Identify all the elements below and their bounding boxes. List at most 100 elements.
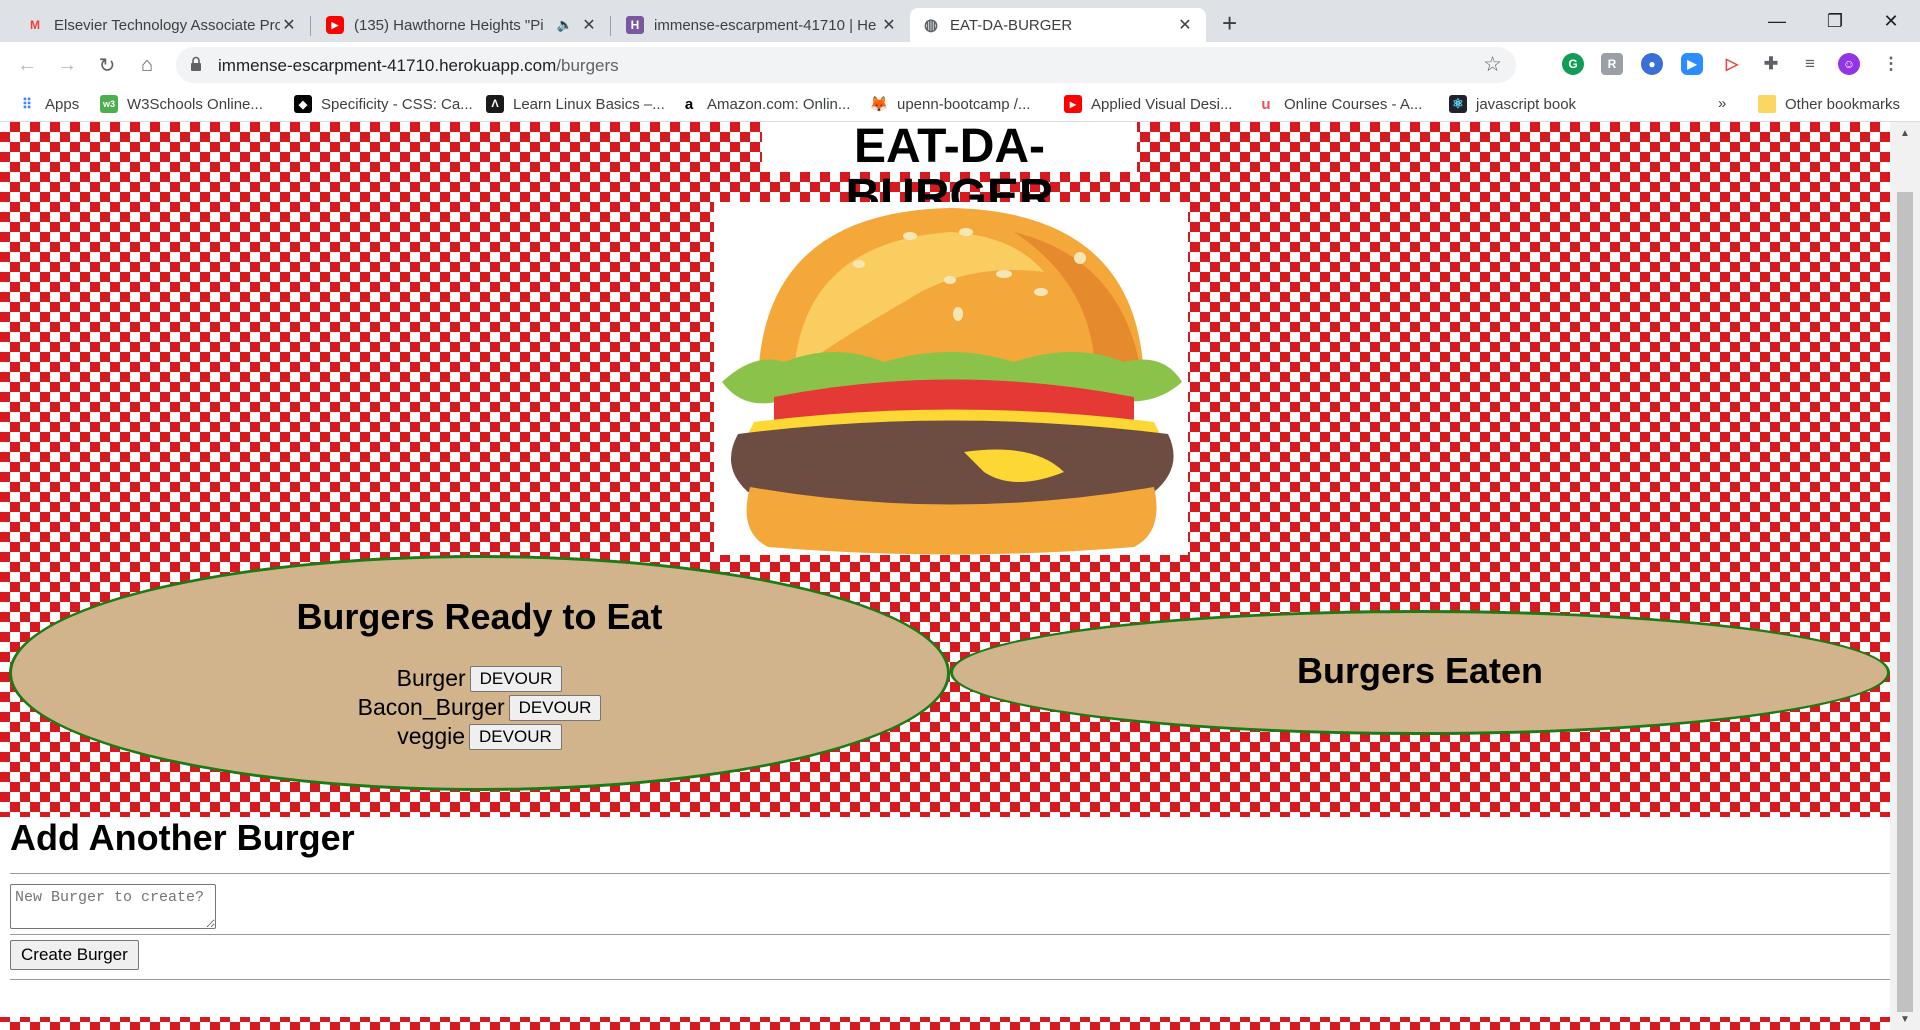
close-icon[interactable]: ✕ — [1176, 15, 1194, 35]
apps-icon: ⠿ — [21, 95, 33, 112]
tab-elsevier[interactable]: M Elsevier Technology Associate Pro ✕ — [14, 8, 310, 42]
lock-icon — [191, 56, 201, 71]
tab-title: EAT-DA-BURGER — [950, 16, 1073, 34]
bookmark-star-icon[interactable]: ☆ — [1483, 52, 1502, 77]
bookmark-label: Applied Visual Desi... — [1091, 95, 1233, 113]
url-text: immense-escarpment-41710.herokuapp.com/b… — [218, 56, 619, 76]
url-host: immense-escarpment-41710.herokuapp.com — [218, 56, 557, 75]
bookmark-specificity[interactable]: ◆ Specificity - CSS: Ca... — [294, 95, 473, 113]
bookmark-linux[interactable]: Λ Learn Linux Basics –... — [486, 95, 665, 113]
tab-title: (135) Hawthorne Heights "Pi — [354, 16, 544, 34]
close-icon[interactable]: ✕ — [580, 15, 598, 35]
bookmark-label: Online Courses - A... — [1284, 95, 1423, 113]
zoom-extension-icon[interactable]: ▶ — [1681, 53, 1703, 75]
extension-icon[interactable]: R — [1601, 53, 1623, 75]
close-icon[interactable]: ✕ — [880, 15, 898, 35]
tab-divider — [610, 16, 611, 36]
scroll-down-icon[interactable]: ▼ — [1890, 1014, 1920, 1025]
hamburger-image — [714, 202, 1188, 555]
forward-icon[interactable]: → — [52, 50, 82, 80]
ready-burgers-panel: Burgers Ready to Eat Burger DEVOUR Bacon… — [9, 555, 950, 791]
minimize-icon[interactable]: — — [1748, 0, 1806, 42]
bookmark-javascript-book[interactable]: ⚛ javascript book — [1449, 95, 1576, 113]
react-icon: ⚛ — [1449, 95, 1467, 113]
devour-button[interactable]: DEVOUR — [469, 665, 563, 692]
burger-name: Bacon_Burger — [357, 694, 505, 720]
bookmark-label: Amazon.com: Onlin... — [707, 95, 851, 113]
new-tab-button[interactable]: + — [1222, 8, 1237, 39]
scroll-up-icon[interactable]: ▲ — [1890, 128, 1920, 139]
grammarly-extension-icon[interactable]: G — [1562, 53, 1584, 75]
bookmark-label: W3Schools Online... — [127, 95, 263, 113]
youtube-icon: ▶ — [1064, 95, 1082, 113]
bookmarks-bar: ⠿ Apps w3 W3Schools Online... ◆ Specific… — [0, 88, 1920, 122]
tab-youtube[interactable]: ▶ (135) Hawthorne Heights "Pi 🔈 ✕ — [314, 8, 610, 42]
form-heading: Add Another Burger — [10, 817, 355, 858]
menu-kebab-icon[interactable]: ⋮ — [1880, 53, 1902, 75]
eyes-extension-icon[interactable]: ● — [1641, 53, 1663, 75]
restore-icon[interactable]: ❐ — [1806, 0, 1864, 42]
puzzle-extensions-icon[interactable]: ✚ — [1760, 53, 1782, 75]
back-icon[interactable]: ← — [12, 50, 42, 80]
url-path: /burgers — [556, 56, 619, 75]
media-queue-icon[interactable]: ≡ — [1799, 53, 1821, 75]
w3schools-icon: w3 — [100, 95, 118, 113]
heroku-icon: H — [626, 16, 644, 34]
vertical-scrollbar[interactable]: ▲ ▼ — [1890, 122, 1920, 1030]
browser-toolbar: ← → ↻ ⌂ immense-escarpment-41710.herokua… — [0, 42, 1920, 88]
scrollbar-thumb[interactable] — [1897, 192, 1913, 1012]
bookmark-amazon[interactable]: a Amazon.com: Onlin... — [680, 95, 851, 113]
eaten-burgers-panel: Burgers Eaten — [950, 610, 1890, 735]
youtube-icon: ▶ — [326, 16, 344, 34]
gitlab-icon: 🦊 — [869, 96, 889, 113]
screencast-extension-icon[interactable]: ▷ — [1721, 53, 1743, 75]
mdn-icon: ◆ — [294, 95, 312, 113]
add-burger-form: Add Another Burger Create Burger — [0, 817, 1890, 1017]
home-icon[interactable]: ⌂ — [132, 50, 162, 80]
tab-title: Elsevier Technology Associate Pro — [54, 16, 280, 34]
page-viewport: EAT-DA-BURGER Burgers Ready to Eat Burge… — [0, 122, 1920, 1030]
divider — [10, 979, 1890, 980]
tab-eat-da-burger[interactable]: ◍ EAT-DA-BURGER ✕ — [910, 8, 1206, 42]
devour-button[interactable]: DEVOUR — [469, 723, 562, 750]
bookmark-udemy[interactable]: u Online Courses - A... — [1257, 95, 1422, 113]
amazon-icon: a — [684, 95, 694, 113]
divider — [10, 934, 1890, 935]
bookmarks-overflow-icon[interactable]: » — [1718, 95, 1726, 112]
speaker-icon[interactable]: 🔈 — [556, 17, 574, 33]
reload-icon[interactable]: ↻ — [92, 50, 122, 80]
bookmark-applied-visual-design[interactable]: ▶ Applied Visual Desi... — [1064, 95, 1232, 113]
bookmark-w3schools[interactable]: w3 W3Schools Online... — [100, 95, 263, 113]
linux-icon: Λ — [486, 95, 504, 113]
globe-icon: ◍ — [924, 17, 938, 34]
bookmark-label: upenn-bootcamp /... — [897, 95, 1031, 113]
burger-name-input[interactable] — [10, 884, 216, 929]
bookmark-label: Specificity - CSS: Ca... — [321, 95, 473, 113]
ready-heading: Burgers Ready to Eat — [296, 596, 663, 637]
other-bookmarks[interactable]: Other bookmarks — [1758, 95, 1900, 113]
bookmark-gitlab[interactable]: 🦊 upenn-bootcamp /... — [869, 95, 1031, 114]
burger-name: Burger — [396, 665, 466, 691]
gmail-icon: M — [30, 18, 40, 32]
address-bar[interactable]: immense-escarpment-41710.herokuapp.com/b… — [176, 47, 1516, 83]
create-burger-button[interactable]: Create Burger — [10, 940, 139, 970]
tab-title: immense-escarpment-41710 | He — [654, 16, 877, 34]
burger-name: veggie — [397, 723, 466, 749]
bookmark-label: Apps — [45, 95, 80, 113]
bookmark-label: Learn Linux Basics –... — [513, 95, 665, 113]
bookmark-label: javascript book — [1476, 95, 1577, 113]
devour-button[interactable]: DEVOUR — [508, 694, 602, 721]
profile-avatar[interactable]: ☺ — [1838, 53, 1860, 75]
bookmark-apps[interactable]: ⠿ Apps — [18, 95, 79, 113]
list-item: veggie DEVOUR — [12, 722, 947, 751]
close-window-icon[interactable]: ✕ — [1862, 0, 1920, 42]
divider — [10, 873, 1890, 874]
list-item: Bacon_Burger DEVOUR — [12, 693, 947, 722]
other-bookmarks-label: Other bookmarks — [1785, 95, 1901, 113]
hamburger-illustration — [722, 208, 1182, 555]
tab-heroku[interactable]: H immense-escarpment-41710 | He ✕ — [614, 8, 910, 42]
tab-strip: M Elsevier Technology Associate Pro ✕ ▶ … — [0, 0, 1920, 42]
page-title: EAT-DA-BURGER — [762, 122, 1137, 222]
close-icon[interactable]: ✕ — [280, 15, 298, 35]
eaten-heading: Burgers Eaten — [1296, 650, 1544, 691]
